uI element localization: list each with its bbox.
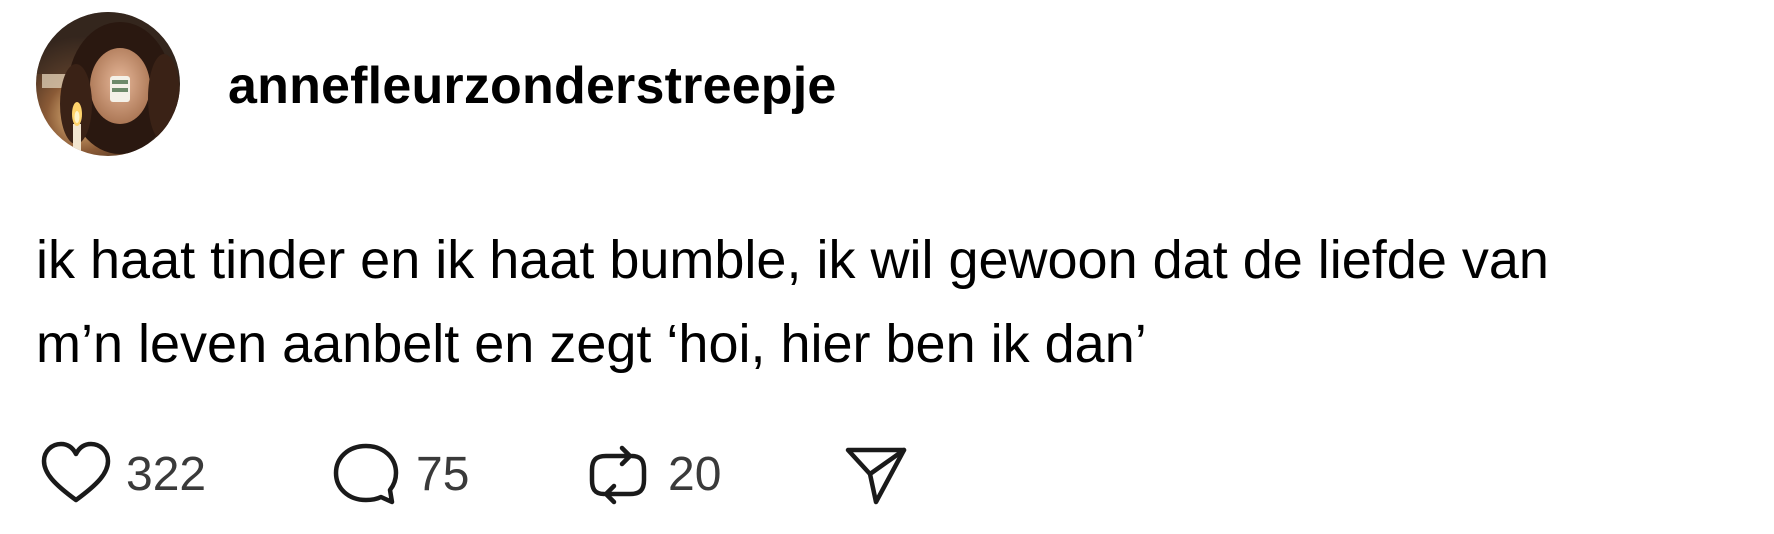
send-icon: [840, 440, 912, 510]
reply-button[interactable]: 75: [330, 440, 469, 510]
profile-photo: [36, 12, 180, 156]
repost-arrows-icon: [582, 440, 654, 510]
repost-count: 20: [668, 448, 722, 501]
like-button[interactable]: 322: [40, 440, 206, 510]
post-card: annefleurzonderstreepje ik haat tinder e…: [0, 0, 1774, 534]
speech-bubble-icon: [330, 440, 402, 510]
avatar[interactable]: [36, 12, 180, 156]
reply-count: 75: [416, 448, 470, 501]
post-text-line: ik haat tinder en ik haat bumble, ik wil…: [36, 230, 1549, 290]
heart-icon: [40, 440, 112, 510]
post-text-line: m’n leven aanbelt en zegt ‘hoi, hier ben…: [36, 314, 1147, 374]
like-count: 322: [126, 448, 207, 501]
post-text: ik haat tinder en ik haat bumble, ik wil…: [36, 218, 1756, 386]
share-button[interactable]: [840, 440, 912, 510]
repost-button[interactable]: 20: [582, 440, 721, 510]
username[interactable]: annefleurzonderstreepje: [228, 56, 837, 116]
